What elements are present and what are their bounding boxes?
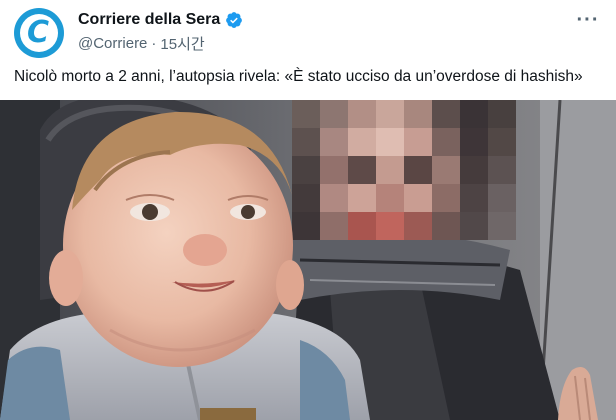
tweet-card[interactable]: C Corriere della Sera @Corriere · 15시간 ·… bbox=[0, 0, 616, 420]
pixelated-face bbox=[292, 100, 516, 240]
separator-dot: · bbox=[151, 35, 157, 52]
avatar[interactable]: C bbox=[14, 8, 64, 58]
timestamp[interactable]: 15시간 bbox=[160, 33, 204, 54]
corriere-logo-icon: C bbox=[20, 14, 58, 52]
display-name[interactable]: Corriere della Sera bbox=[78, 11, 220, 29]
tweet-photo[interactable] bbox=[0, 100, 616, 420]
verified-badge-icon bbox=[226, 12, 243, 28]
more-horizontal-icon[interactable]: ··· bbox=[574, 6, 602, 34]
tweet-header: C Corriere della Sera @Corriere · 15시간 ·… bbox=[0, 0, 616, 62]
name-row: Corriere della Sera bbox=[78, 11, 243, 29]
more-menu-label: ··· bbox=[576, 8, 600, 31]
tweet-text: Nicolò morto a 2 anni, l’autopsia rivela… bbox=[14, 68, 583, 85]
handle[interactable]: @Corriere bbox=[78, 35, 147, 52]
avatar-letter: C bbox=[26, 15, 50, 50]
handle-row: @Corriere · 15시간 bbox=[78, 33, 205, 54]
photo-icon bbox=[0, 100, 616, 420]
